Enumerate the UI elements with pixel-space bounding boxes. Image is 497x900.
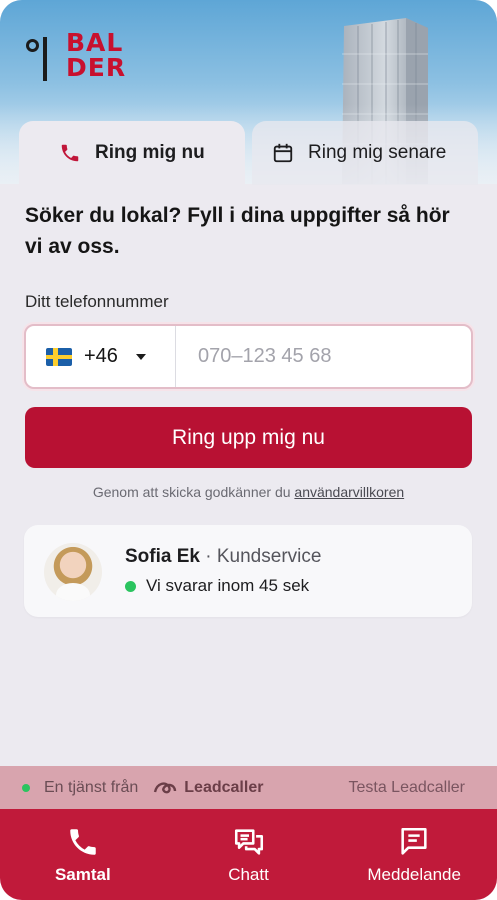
- online-status-dot: [125, 580, 136, 592]
- callback-widget: BAL DER Ring mig nu Ring mig senare Söke…: [0, 0, 497, 900]
- avatar: [44, 543, 102, 601]
- nav-chat[interactable]: Chatt: [166, 809, 332, 900]
- nav-label: Samtal: [54, 864, 111, 884]
- powered-by-text: En tjänst från: [44, 778, 139, 796]
- phone-icon: [66, 825, 100, 859]
- logo-text: BAL DER: [66, 28, 127, 82]
- tab-call-now[interactable]: Ring mig nu: [19, 121, 245, 185]
- terms-text: Genom att skicka godkänner du användarvi…: [92, 484, 405, 500]
- agent-card: Sofia Ek · Kundservice Vi svarar inom 45…: [24, 525, 472, 617]
- agent-name-line: Sofia Ek · Kundservice: [125, 546, 322, 567]
- nav-label: Meddelande: [367, 864, 461, 884]
- calendar-icon: [272, 142, 294, 164]
- tab-label: Ring mig nu: [95, 142, 205, 163]
- agent-status: Vi svarar inom 45 sek: [125, 576, 309, 596]
- leadcaller-logo[interactable]: Leadcaller: [152, 779, 263, 797]
- status-dot: [22, 783, 30, 792]
- chevron-down-icon: [135, 353, 146, 360]
- agent-role: Kundservice: [216, 546, 322, 567]
- tab-call-later[interactable]: Ring mig senare: [252, 121, 478, 185]
- terms-link[interactable]: användarvillkoren: [294, 484, 404, 500]
- try-leadcaller-link[interactable]: Testa Leadcaller: [348, 779, 465, 797]
- phone-field: +46: [24, 324, 473, 389]
- country-code-select[interactable]: +46: [26, 326, 176, 387]
- nav-message[interactable]: Meddelande: [331, 809, 497, 900]
- phone-icon: [59, 142, 81, 164]
- phone-label: Ditt telefonnummer: [25, 292, 169, 311]
- call-me-now-button[interactable]: Ring upp mig nu: [25, 407, 472, 468]
- message-icon: [397, 825, 431, 859]
- chat-bubbles-icon: [232, 825, 266, 859]
- sweden-flag-icon: [46, 347, 72, 366]
- tab-label: Ring mig senare: [308, 142, 447, 163]
- nav-call[interactable]: Samtal: [0, 809, 166, 900]
- powered-by-bar: En tjänst från Leadcaller Testa Leadcall…: [0, 766, 497, 809]
- country-code: +46: [84, 345, 118, 367]
- agent-name: Sofia Ek: [125, 546, 200, 567]
- logo-mark: [24, 31, 48, 81]
- form-headline: Söker du lokal? Fyll i dina uppgifter så…: [25, 204, 450, 258]
- balder-logo[interactable]: BAL DER: [24, 28, 127, 82]
- phone-input[interactable]: [176, 326, 471, 387]
- leadcaller-icon: [154, 781, 177, 793]
- bottom-nav: Samtal Chatt Meddelande: [0, 809, 497, 900]
- nav-label: Chatt: [228, 864, 269, 884]
